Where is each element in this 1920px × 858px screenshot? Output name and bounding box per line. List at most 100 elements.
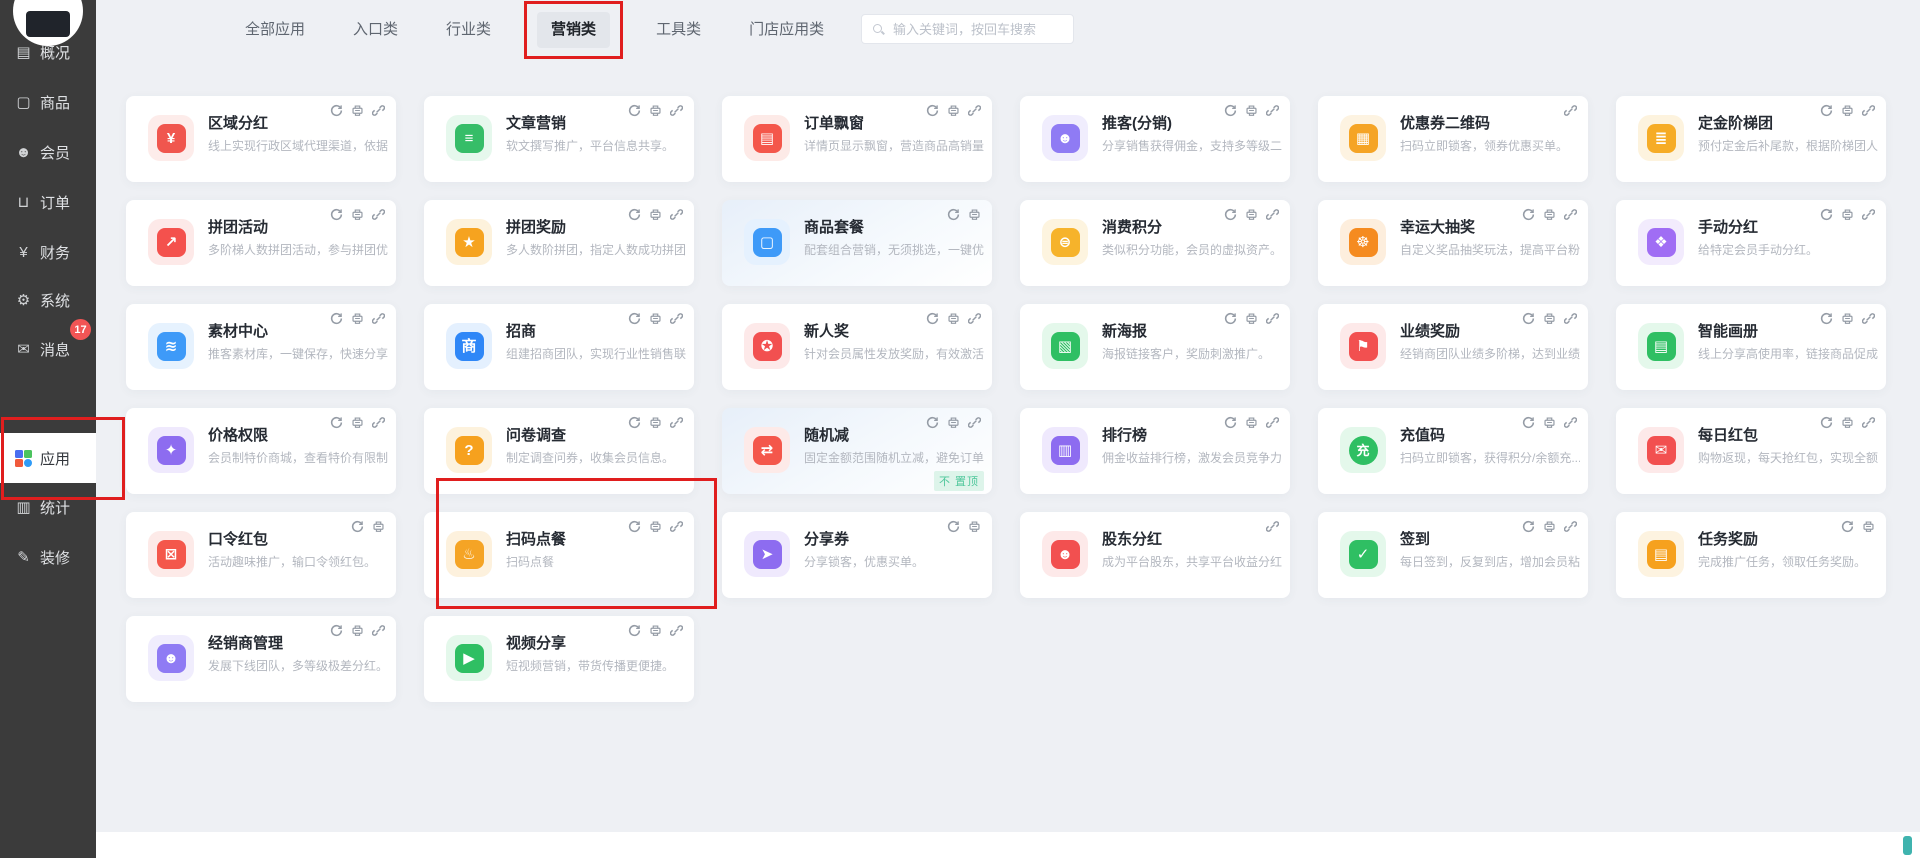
uninstall-icon[interactable] [351, 624, 364, 637]
refresh-icon[interactable] [1522, 312, 1535, 325]
link-icon[interactable] [372, 416, 385, 429]
uninstall-icon[interactable] [1841, 208, 1854, 221]
refresh-icon[interactable] [947, 520, 960, 533]
refresh-icon[interactable] [926, 416, 939, 429]
uninstall-icon[interactable] [351, 312, 364, 325]
app-card[interactable]: ▦ 优惠券二维码 扫码立即锁客，领券优惠买单。 [1318, 96, 1588, 182]
scrollbar-thumb[interactable] [1903, 836, 1912, 855]
refresh-icon[interactable] [1820, 416, 1833, 429]
link-icon[interactable] [1862, 208, 1875, 221]
app-card[interactable]: ? 问卷调查 制定调查问券，收集会员信息。 [424, 408, 694, 494]
search-input[interactable] [891, 21, 1065, 38]
search-box[interactable] [861, 14, 1074, 44]
uninstall-icon[interactable] [1862, 520, 1875, 533]
link-icon[interactable] [1266, 520, 1279, 533]
link-icon[interactable] [1564, 104, 1577, 117]
app-card[interactable]: ▶ 视频分享 短视频营销，带货传播更便捷。 [424, 616, 694, 702]
uninstall-icon[interactable] [1543, 208, 1556, 221]
link-icon[interactable] [1266, 416, 1279, 429]
refresh-icon[interactable] [1522, 520, 1535, 533]
refresh-icon[interactable] [330, 416, 343, 429]
refresh-icon[interactable] [330, 624, 343, 637]
app-card[interactable]: 商 招商 组建招商团队，实现行业性销售联... [424, 304, 694, 390]
link-icon[interactable] [1266, 312, 1279, 325]
uninstall-icon[interactable] [1543, 520, 1556, 533]
app-card[interactable]: ▥ 排行榜 佣金收益排行榜，激发会员竞争力。 [1020, 408, 1290, 494]
refresh-icon[interactable] [947, 208, 960, 221]
app-card[interactable]: ▤ 智能画册 线上分享高使用率，链接商品促成... [1616, 304, 1886, 390]
sidebar-item-goods[interactable]: ▢ 商品 [0, 80, 96, 124]
link-icon[interactable] [1862, 416, 1875, 429]
refresh-icon[interactable] [1224, 208, 1237, 221]
link-icon[interactable] [1862, 312, 1875, 325]
refresh-icon[interactable] [1841, 520, 1854, 533]
app-card[interactable]: ≋ 素材中心 推客素材库，一键保存，快速分享。 [126, 304, 396, 390]
app-card[interactable]: ↗ 拼团活动 多阶梯人数拼团活动，参与拼团优... [126, 200, 396, 286]
uninstall-icon[interactable] [649, 624, 662, 637]
uninstall-icon[interactable] [649, 520, 662, 533]
app-card[interactable]: ★ 拼团奖励 多人数阶拼团，指定人数成功拼团。 [424, 200, 694, 286]
sidebar-item-apps[interactable]: 应用 [0, 433, 96, 483]
tab-工具类[interactable]: 工具类 [654, 12, 703, 48]
app-card[interactable]: 充 充值码 扫码立即锁客，获得积分/余额充... [1318, 408, 1588, 494]
uninstall-icon[interactable] [351, 416, 364, 429]
link-icon[interactable] [670, 416, 683, 429]
app-card[interactable]: ≣ 定金阶梯团 预付定金后补尾款，根据阶梯团人... [1616, 96, 1886, 182]
link-icon[interactable] [670, 208, 683, 221]
uninstall-icon[interactable] [1245, 312, 1258, 325]
app-card[interactable]: ☸ 幸运大抽奖 自定义奖品抽奖玩法，提高平台粉... [1318, 200, 1588, 286]
link-icon[interactable] [1564, 312, 1577, 325]
link-icon[interactable] [1862, 104, 1875, 117]
refresh-icon[interactable] [330, 104, 343, 117]
sidebar-item-messages[interactable]: ✉ 消息 17 [0, 327, 96, 371]
uninstall-icon[interactable] [649, 416, 662, 429]
app-card[interactable]: ▤ 任务奖励 完成推广任务，领取任务奖励。 [1616, 512, 1886, 598]
link-icon[interactable] [1564, 416, 1577, 429]
link-icon[interactable] [1564, 208, 1577, 221]
link-icon[interactable] [670, 624, 683, 637]
sidebar-item-orders[interactable]: ⊔ 订单 [0, 180, 96, 224]
app-card[interactable]: ✉ 每日红包 购物返现，每天抢红包，实现全额... [1616, 408, 1886, 494]
app-card[interactable]: ⚑ 业绩奖励 经销商团队业绩多阶梯，达到业绩... [1318, 304, 1588, 390]
uninstall-icon[interactable] [947, 104, 960, 117]
tab-入口类[interactable]: 入口类 [351, 12, 400, 48]
app-card[interactable]: ⇄ 随机减 固定金额范围随机立减，避免订单... 不 置顶 [722, 408, 992, 494]
link-icon[interactable] [1266, 104, 1279, 117]
refresh-icon[interactable] [628, 624, 641, 637]
app-card[interactable]: ▢ 商品套餐 配套组合营销，无须挑选，一键优... [722, 200, 992, 286]
uninstall-icon[interactable] [1841, 416, 1854, 429]
app-card[interactable]: ⊠ 口令红包 活动趣味推广，输口令领红包。 [126, 512, 396, 598]
uninstall-icon[interactable] [1245, 208, 1258, 221]
uninstall-icon[interactable] [1245, 416, 1258, 429]
app-card[interactable]: ≡ 文章营销 软文撰写推广，平台信息共享。 [424, 96, 694, 182]
link-icon[interactable] [372, 624, 385, 637]
uninstall-icon[interactable] [947, 416, 960, 429]
app-card[interactable]: ¥ 区域分红 线上实现行政区域代理渠道，依据... [126, 96, 396, 182]
app-card[interactable]: ☻ 推客(分销) 分享销售获得佣金，支持多等级二... [1020, 96, 1290, 182]
refresh-icon[interactable] [628, 104, 641, 117]
refresh-icon[interactable] [1820, 312, 1833, 325]
link-icon[interactable] [372, 312, 385, 325]
uninstall-icon[interactable] [372, 520, 385, 533]
tab-门店应用类[interactable]: 门店应用类 [747, 12, 826, 48]
link-icon[interactable] [670, 104, 683, 117]
app-card[interactable]: ☻ 股东分红 成为平台股东，共享平台收益分红。 [1020, 512, 1290, 598]
tab-行业类[interactable]: 行业类 [444, 12, 493, 48]
sidebar-item-decorate[interactable]: ✎ 装修 [0, 535, 96, 579]
uninstall-icon[interactable] [968, 520, 981, 533]
refresh-icon[interactable] [628, 520, 641, 533]
refresh-icon[interactable] [1224, 104, 1237, 117]
app-card[interactable]: ☻ 经销商管理 发展下线团队，多等级极差分红。 [126, 616, 396, 702]
refresh-icon[interactable] [1820, 104, 1833, 117]
link-icon[interactable] [968, 312, 981, 325]
app-card[interactable]: ▤ 订单飘窗 详情页显示飘窗，营造商品高销量。 [722, 96, 992, 182]
link-icon[interactable] [968, 416, 981, 429]
link-icon[interactable] [372, 104, 385, 117]
sidebar-item-overview[interactable]: ▤ 概况 [0, 30, 96, 74]
tab-营销类[interactable]: 营销类 [537, 12, 610, 48]
uninstall-icon[interactable] [1841, 312, 1854, 325]
uninstall-icon[interactable] [351, 208, 364, 221]
uninstall-icon[interactable] [649, 208, 662, 221]
refresh-icon[interactable] [926, 312, 939, 325]
link-icon[interactable] [670, 520, 683, 533]
